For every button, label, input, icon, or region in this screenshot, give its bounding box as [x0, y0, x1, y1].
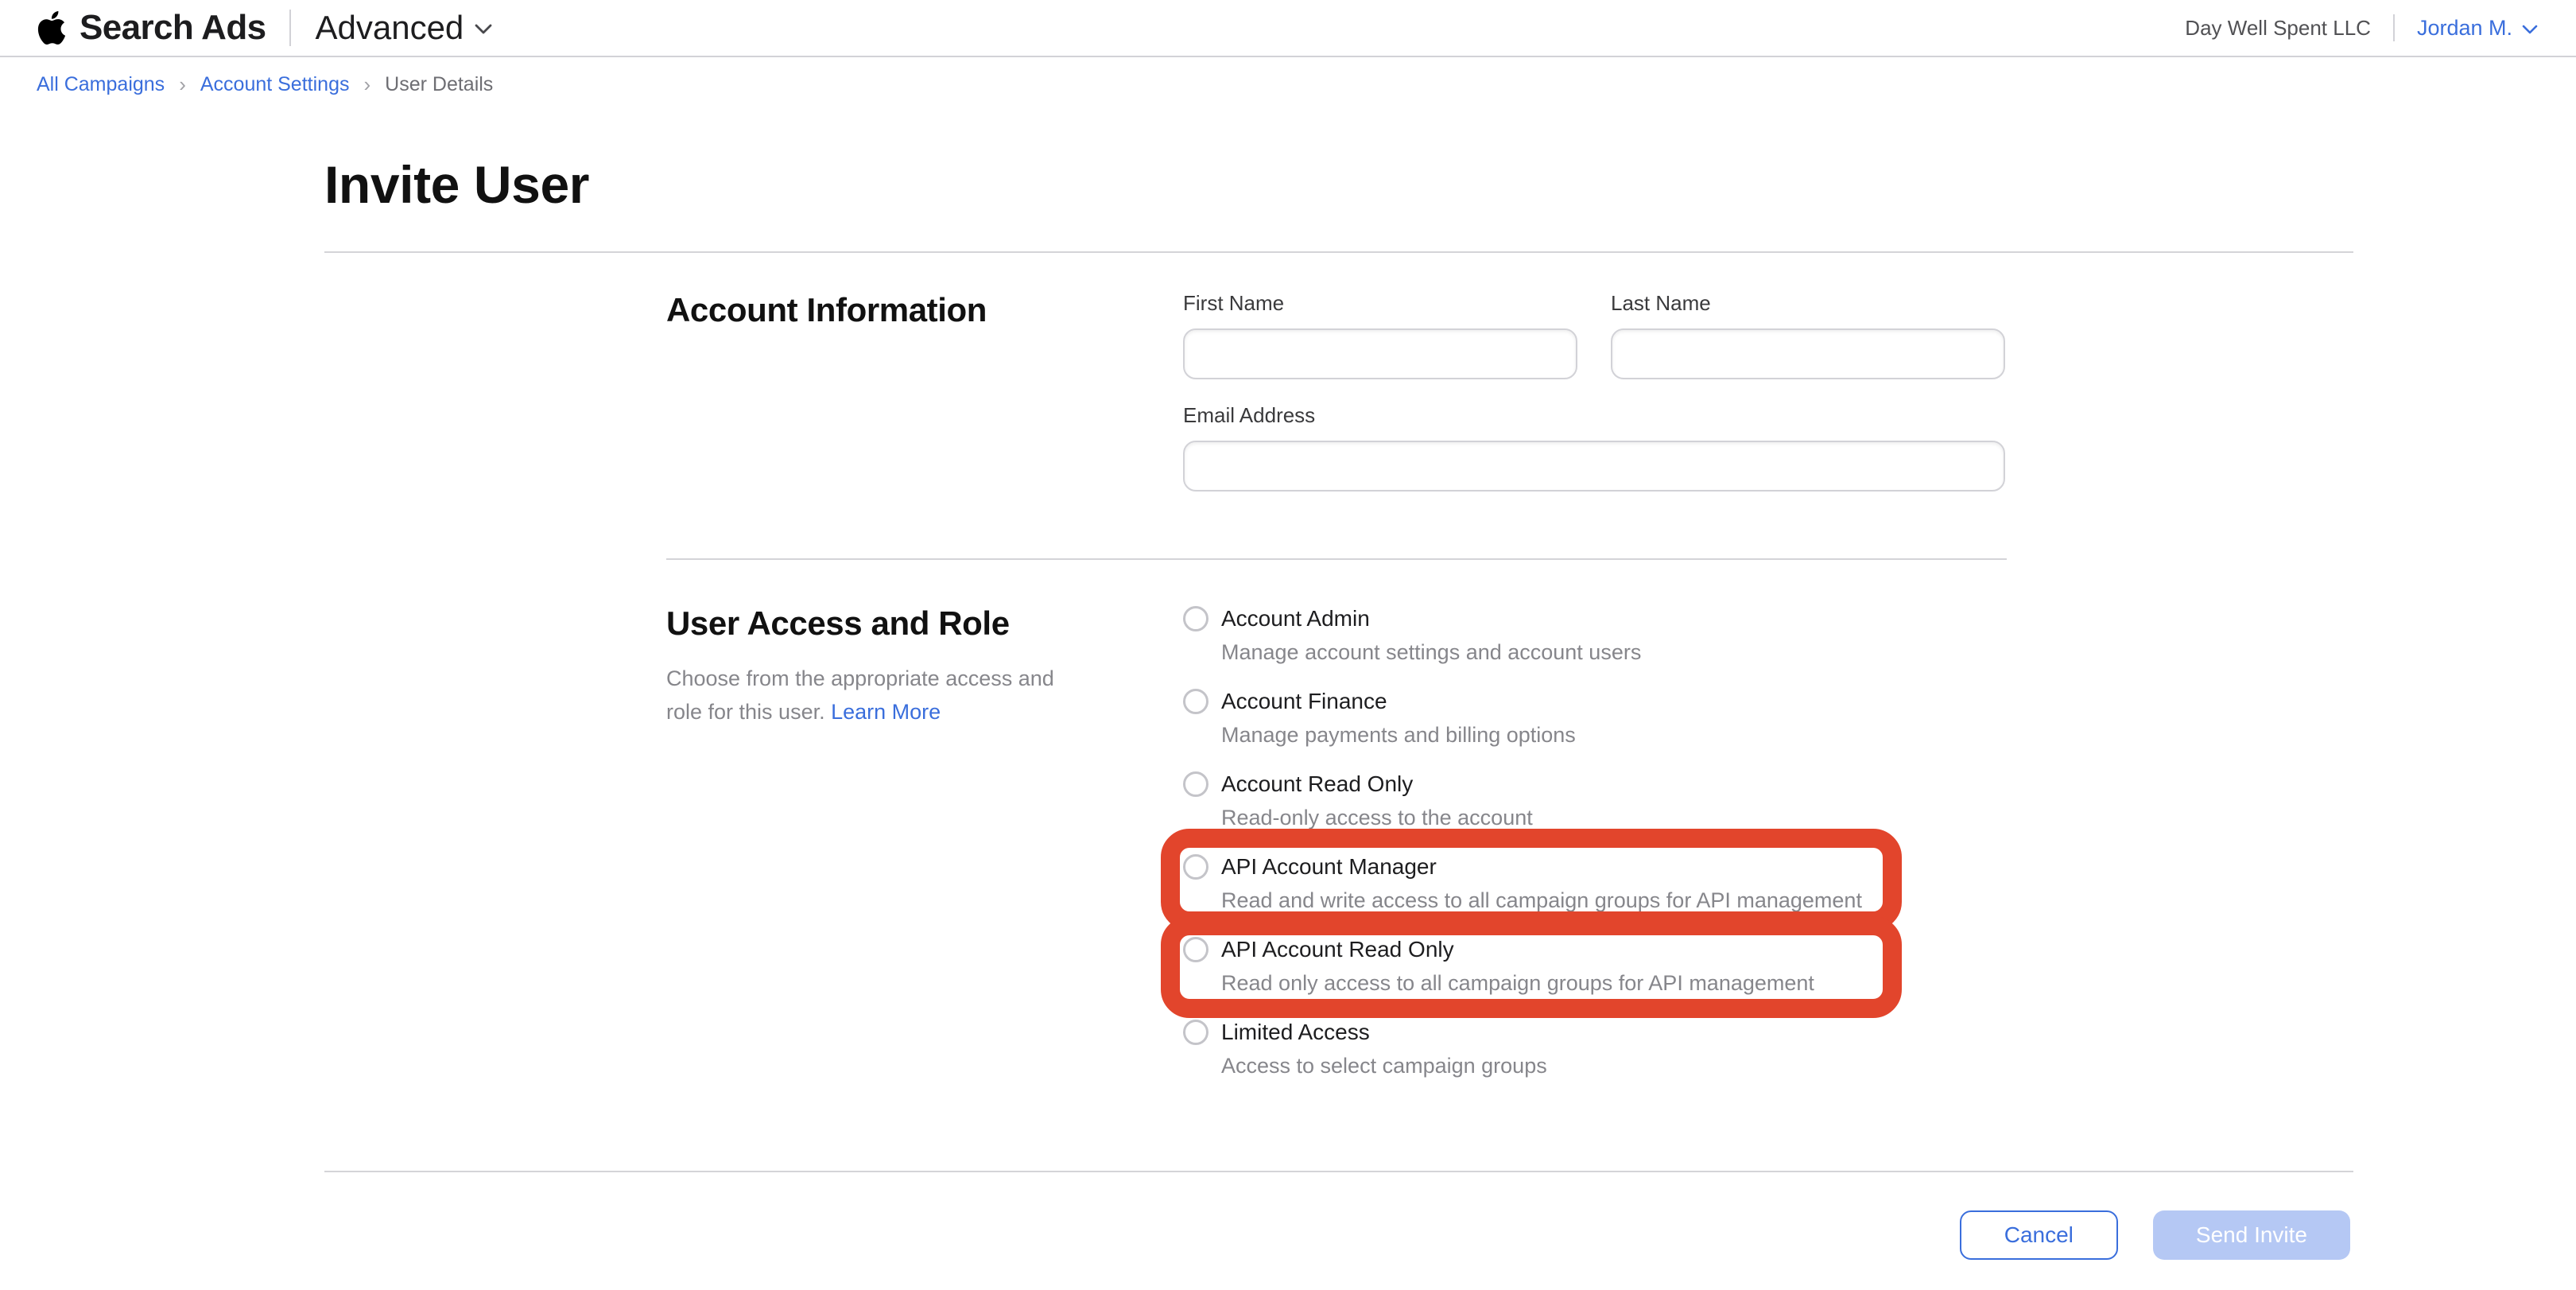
email-input[interactable] [1183, 441, 2005, 492]
breadcrumb-account-settings[interactable]: Account Settings [200, 73, 350, 96]
role-options-list: Account Admin Manage account settings an… [1183, 604, 1902, 1101]
name-row: First Name Last Name [1183, 291, 2005, 379]
first-name-input[interactable] [1183, 328, 1577, 379]
cancel-button[interactable]: Cancel [1960, 1210, 2118, 1260]
role-option-texts: Limited Access Access to select campaign… [1221, 1018, 1547, 1080]
user-access-description: Choose from the appropriate access and r… [666, 662, 1067, 729]
role-option-label: Account Read Only [1221, 770, 1533, 798]
role-option-texts: Account Read Only Read-only access to th… [1221, 770, 1533, 832]
role-option-texts: API Account Read Only Read only access t… [1221, 935, 1814, 997]
radio-button[interactable] [1183, 606, 1208, 631]
account-information-left: Account Information [666, 291, 1183, 492]
role-option-texts: Account Finance Manage payments and bill… [1221, 687, 1576, 749]
nav-right: Day Well Spent LLC Jordan M. [2185, 14, 2538, 41]
breadcrumb-separator-icon: › [179, 72, 186, 97]
radio-button[interactable] [1183, 1020, 1208, 1045]
first-name-label: First Name [1183, 291, 1577, 316]
user-access-heading: User Access and Role [666, 604, 1183, 643]
radio-button[interactable] [1183, 771, 1208, 797]
user-access-section: User Access and Role Choose from the app… [666, 604, 2576, 1101]
last-name-label: Last Name [1611, 291, 2005, 316]
radio-button[interactable] [1183, 689, 1208, 714]
chevron-down-icon [475, 24, 492, 35]
first-name-field-group: First Name [1183, 291, 1577, 379]
role-option-label: Account Finance [1221, 687, 1576, 716]
last-name-field-group: Last Name [1611, 291, 2005, 379]
user-menu-label: Jordan M. [2417, 16, 2512, 41]
divider [666, 558, 2007, 560]
page: Search Ads Advanced Day Well Spent LLC J… [0, 0, 2576, 1290]
role-option-description: Manage payments and billing options [1221, 721, 1576, 749]
role-option-account-read-only[interactable]: Account Read Only Read-only access to th… [1183, 770, 1902, 832]
role-option-limited-access[interactable]: Limited Access Access to select campaign… [1183, 1018, 1902, 1080]
divider [324, 251, 2353, 253]
user-menu[interactable]: Jordan M. [2417, 16, 2538, 41]
divider [324, 1171, 2353, 1172]
nav-divider [2393, 14, 2395, 41]
role-option-label: API Account Manager [1221, 853, 1862, 881]
radio-button[interactable] [1183, 937, 1208, 962]
main-content: Invite User Account Information First Na… [0, 156, 2576, 1260]
account-information-heading: Account Information [666, 291, 1183, 329]
chevron-down-icon [2522, 25, 2538, 34]
breadcrumb: All Campaigns › Account Settings › User … [0, 57, 2576, 111]
organization-name: Day Well Spent LLC [2185, 16, 2371, 41]
advanced-menu-label: Advanced [315, 9, 464, 47]
role-option-label: Account Admin [1221, 604, 1641, 633]
brand-wordmark[interactable]: Search Ads [80, 8, 266, 48]
role-option-description: Read only access to all campaign groups … [1221, 969, 1814, 997]
role-option-description: Access to select campaign groups [1221, 1051, 1547, 1080]
role-option-description: Read and write access to all campaign gr… [1221, 886, 1862, 915]
learn-more-link[interactable]: Learn More [831, 700, 941, 724]
role-option-label: API Account Read Only [1221, 935, 1814, 964]
breadcrumb-current: User Details [385, 73, 493, 96]
breadcrumb-separator-icon: › [363, 72, 370, 97]
role-option-texts: Account Admin Manage account settings an… [1221, 604, 1641, 666]
breadcrumb-all-campaigns[interactable]: All Campaigns [37, 73, 165, 96]
nav-left: Search Ads Advanced [35, 8, 492, 48]
user-access-left: User Access and Role Choose from the app… [666, 604, 1183, 1101]
top-nav: Search Ads Advanced Day Well Spent LLC J… [0, 0, 2576, 57]
role-option-account-admin[interactable]: Account Admin Manage account settings an… [1183, 604, 1902, 666]
role-option-label: Limited Access [1221, 1018, 1547, 1047]
role-option-texts: API Account Manager Read and write acces… [1221, 853, 1862, 915]
role-option-description: Manage account settings and account user… [1221, 638, 1641, 666]
email-field-group: Email Address [1183, 403, 2005, 492]
role-option-api-account-read-only[interactable]: API Account Read Only Read only access t… [1183, 935, 1902, 997]
send-invite-button[interactable]: Send Invite [2153, 1210, 2350, 1260]
apple-logo-icon [35, 11, 68, 45]
radio-button[interactable] [1183, 854, 1208, 880]
role-option-description: Read-only access to the account [1221, 803, 1533, 832]
last-name-input[interactable] [1611, 328, 2005, 379]
page-title: Invite User [324, 156, 2576, 213]
nav-divider [289, 10, 291, 46]
account-information-section: Account Information First Name Last Name… [666, 291, 2576, 492]
role-option-api-account-manager[interactable]: API Account Manager Read and write acces… [1183, 853, 1902, 915]
role-option-account-finance[interactable]: Account Finance Manage payments and bill… [1183, 687, 1902, 749]
account-information-form: First Name Last Name Email Address [1183, 291, 2005, 492]
advanced-menu[interactable]: Advanced [315, 9, 492, 47]
email-label: Email Address [1183, 403, 2005, 428]
footer-actions: Cancel Send Invite [0, 1210, 2350, 1260]
